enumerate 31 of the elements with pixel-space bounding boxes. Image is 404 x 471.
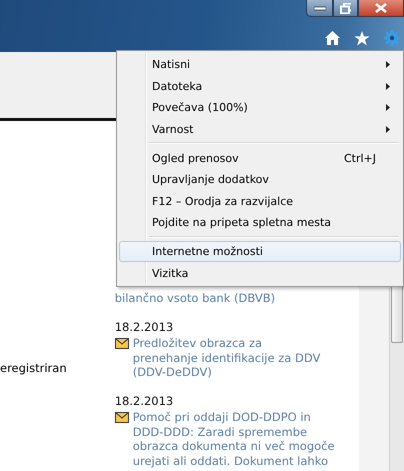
news-link[interactable]: Pomoč pri oddaji DOD-DDPO in DDD-DDD: Zaradi spremembe obrazca dokumenta ni več mogoče urejati ali oddati. Dokument lahko — [132, 410, 335, 468]
news-link[interactable]: Predložitev obrazca za prenehanje identifikacije za DDV (DDV-DeDDV) — [132, 336, 320, 380]
menu-item[interactable]: Datoteka — [119, 76, 401, 98]
menu-item[interactable]: Natisni — [119, 54, 401, 76]
news-link[interactable]: bilančno vsoto bank (DBVB) — [114, 291, 276, 306]
body-text: eregistriran — [0, 361, 67, 375]
close-icon — [375, 3, 387, 13]
menu-item[interactable]: Varnost — [119, 118, 401, 140]
menu-item[interactable]: Upravljanje dodatkov — [119, 168, 401, 191]
home-icon[interactable] — [325, 31, 340, 45]
menu-item[interactable]: Pojdite na pripeta spletna mesta — [119, 212, 401, 234]
menu-item[interactable]: F12 – Orodja za razvijalce — [119, 190, 401, 212]
menu-item[interactable]: Vizitka — [119, 262, 401, 284]
envelope-icon — [114, 412, 129, 423]
news-date: 18.2.2013 — [114, 394, 174, 408]
minimize-button[interactable] — [306, 0, 333, 17]
menu-item[interactable]: Ogled prenosov Ctrl+J — [119, 147, 401, 169]
restore-button[interactable] — [333, 0, 358, 17]
envelope-icon — [114, 338, 129, 349]
menu-item[interactable]: Povečava (100%) — [119, 97, 401, 119]
restore-icon — [340, 2, 351, 14]
submenu-arrow-icon — [386, 104, 390, 112]
star-icon[interactable] — [354, 30, 370, 46]
submenu-arrow-icon — [386, 61, 390, 68]
settings-icon[interactable] — [384, 30, 400, 46]
close-button[interactable] — [358, 0, 404, 17]
news-date: 18.2.2013 — [114, 320, 174, 334]
submenu-arrow-icon — [386, 126, 390, 134]
minimize-icon — [314, 5, 326, 11]
submenu-arrow-icon — [386, 82, 390, 90]
menu-item[interactable]: Internetne možnosti — [119, 240, 401, 262]
